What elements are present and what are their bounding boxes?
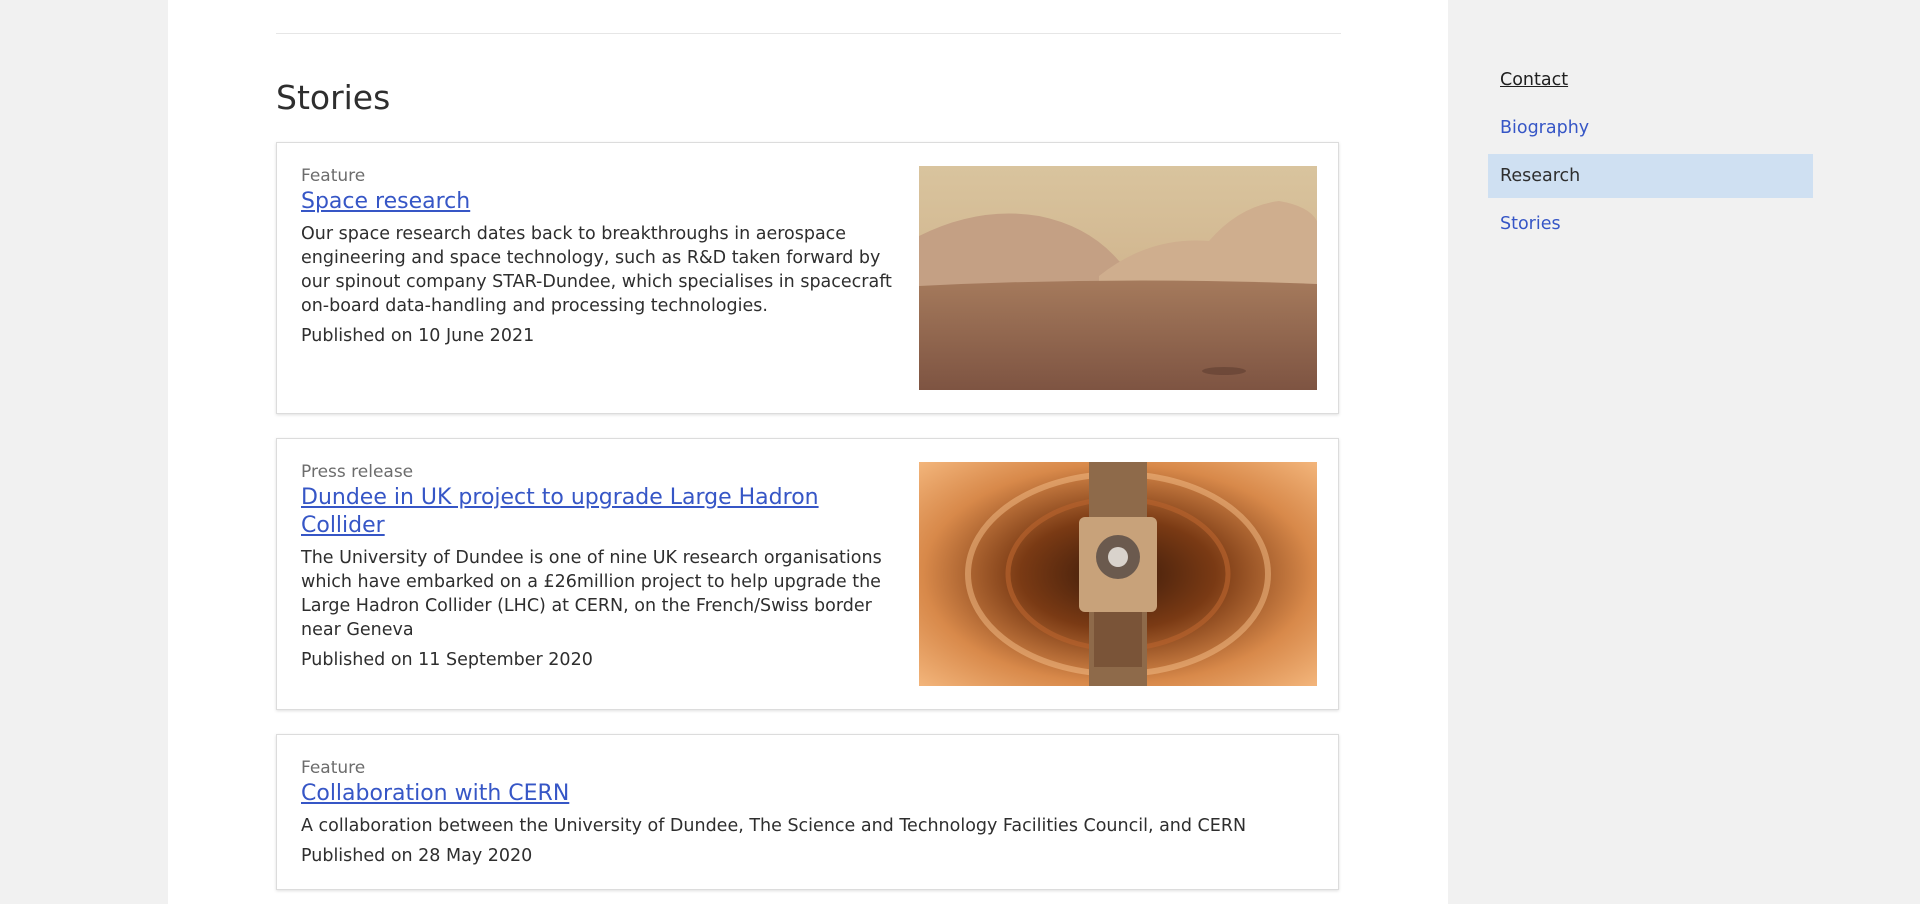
nav-item-stories[interactable]: Stories (1488, 202, 1813, 246)
story-type: Feature (301, 758, 366, 778)
hadron-collider-image (919, 462, 1317, 686)
story-title-link[interactable]: Collaboration with CERN (301, 780, 1311, 808)
story-card: Press release Dundee in UK project to up… (276, 438, 1339, 710)
story-date: Published on 11 September 2020 (301, 650, 593, 670)
story-title-link[interactable]: Space research (301, 188, 901, 216)
story-card: Feature Space research Our space researc… (276, 142, 1339, 414)
story-card-text: Press release Dundee in UK project to up… (301, 461, 901, 672)
mars-landscape-image (919, 166, 1317, 390)
story-type: Press release (301, 462, 414, 482)
nav-item-contact[interactable]: Contact (1488, 58, 1813, 102)
story-description: A collaboration between the University o… (301, 816, 1247, 836)
story-type: Feature (301, 166, 366, 186)
top-divider (276, 33, 1341, 34)
section-title: Stories (276, 78, 391, 117)
story-card: Feature Collaboration with CERN A collab… (276, 734, 1339, 890)
story-card-text: Feature Collaboration with CERN A collab… (301, 757, 1311, 868)
side-navigation: Contact Biography Research Stories (1488, 58, 1813, 250)
story-date: Published on 10 June 2021 (301, 326, 535, 346)
story-card-text: Feature Space research Our space researc… (301, 165, 901, 348)
story-description: The University of Dundee is one of nine … (301, 548, 882, 640)
nav-item-biography[interactable]: Biography (1488, 106, 1813, 150)
story-title-link[interactable]: Dundee in UK project to upgrade Large Ha… (301, 484, 901, 540)
story-date: Published on 28 May 2020 (301, 846, 533, 866)
story-description: Our space research dates back to breakth… (301, 224, 892, 316)
nav-item-research[interactable]: Research (1488, 154, 1813, 198)
